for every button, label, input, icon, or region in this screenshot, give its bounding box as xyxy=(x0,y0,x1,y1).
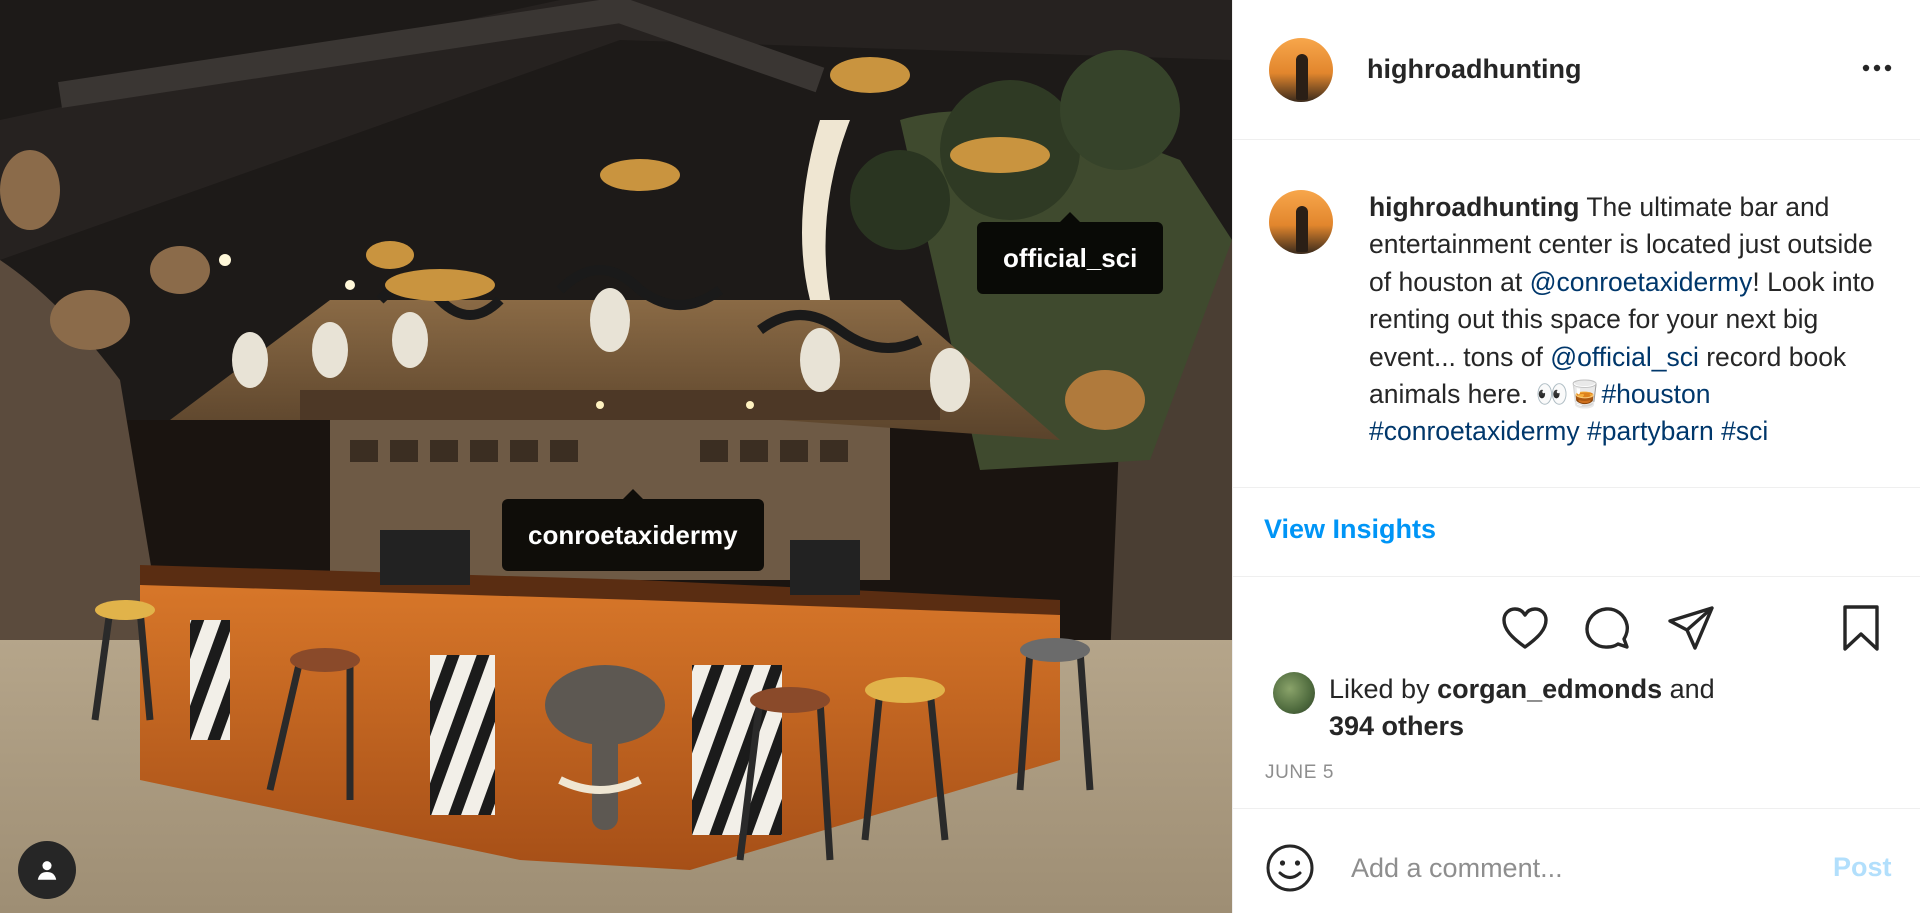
share-button[interactable] xyxy=(1663,600,1719,656)
photo-tag-official-sci[interactable]: official_sci xyxy=(977,212,1164,294)
post-photo[interactable]: official_sci conroetaxidermy xyxy=(0,0,1232,913)
liker-avatar[interactable] xyxy=(1273,672,1315,714)
hashtag-partybarn[interactable]: #partybarn xyxy=(1587,416,1714,446)
hashtag-sci[interactable]: #sci xyxy=(1721,416,1768,446)
emoji-button[interactable] xyxy=(1265,843,1315,893)
post-comment-button[interactable]: Post xyxy=(1833,852,1892,883)
more-options-button[interactable] xyxy=(1857,50,1897,86)
likes-suffix: and xyxy=(1662,674,1715,704)
user-tags-button[interactable] xyxy=(18,841,76,899)
bookmark-icon xyxy=(1843,605,1879,651)
instagram-post: official_sci conroetaxidermy highroadhun… xyxy=(0,0,1920,913)
action-bar xyxy=(1233,578,1920,668)
like-button[interactable] xyxy=(1497,600,1553,656)
photo-tag-conroetaxidermy[interactable]: conroetaxidermy xyxy=(502,489,764,571)
likes-section: Liked by corgan_edmonds and 394 others xyxy=(1233,665,1920,745)
post-header: highroadhunting xyxy=(1233,0,1920,140)
insights-section: View Insights xyxy=(1233,488,1920,577)
mention-conroetaxidermy[interactable]: @conroetaxidermy xyxy=(1530,267,1753,297)
hashtag-conroetaxidermy[interactable]: #conroetaxidermy xyxy=(1369,416,1580,446)
save-button[interactable] xyxy=(1833,600,1889,656)
comment-bar: Post xyxy=(1233,808,1920,913)
smiley-icon xyxy=(1266,844,1314,892)
bar-photo-image xyxy=(0,0,1232,913)
comment-input[interactable] xyxy=(1351,839,1811,897)
likes-prefix: Liked by xyxy=(1329,674,1438,704)
author-avatar[interactable] xyxy=(1269,37,1333,102)
likes-others-link[interactable]: 394 others xyxy=(1329,711,1464,741)
hashtag-houston[interactable]: #houston xyxy=(1601,379,1710,409)
caption-text: highroadhunting The ultimate bar and ent… xyxy=(1369,189,1889,451)
caption-section: highroadhunting The ultimate bar and ent… xyxy=(1233,141,1920,488)
comment-button[interactable] xyxy=(1579,600,1635,656)
person-icon xyxy=(37,861,57,880)
comment-icon xyxy=(1585,607,1630,649)
mention-official-sci[interactable]: @official_sci xyxy=(1550,342,1699,372)
heart-icon xyxy=(1502,607,1548,649)
author-username[interactable]: highroadhunting xyxy=(1367,54,1581,85)
liker-username[interactable]: corgan_edmonds xyxy=(1437,674,1662,704)
post-date[interactable]: JUNE 5 xyxy=(1265,762,1334,784)
paper-plane-icon xyxy=(1668,606,1714,650)
post-sidebar: highroadhunting highroadhunting The ulti… xyxy=(1232,0,1920,913)
caption-username[interactable]: highroadhunting xyxy=(1369,192,1579,222)
caption-author-avatar[interactable] xyxy=(1269,190,1333,254)
view-insights-link[interactable]: View Insights xyxy=(1264,514,1436,545)
more-horizontal-icon xyxy=(1862,64,1892,72)
likes-text: Liked by corgan_edmonds and 394 others xyxy=(1329,671,1715,745)
